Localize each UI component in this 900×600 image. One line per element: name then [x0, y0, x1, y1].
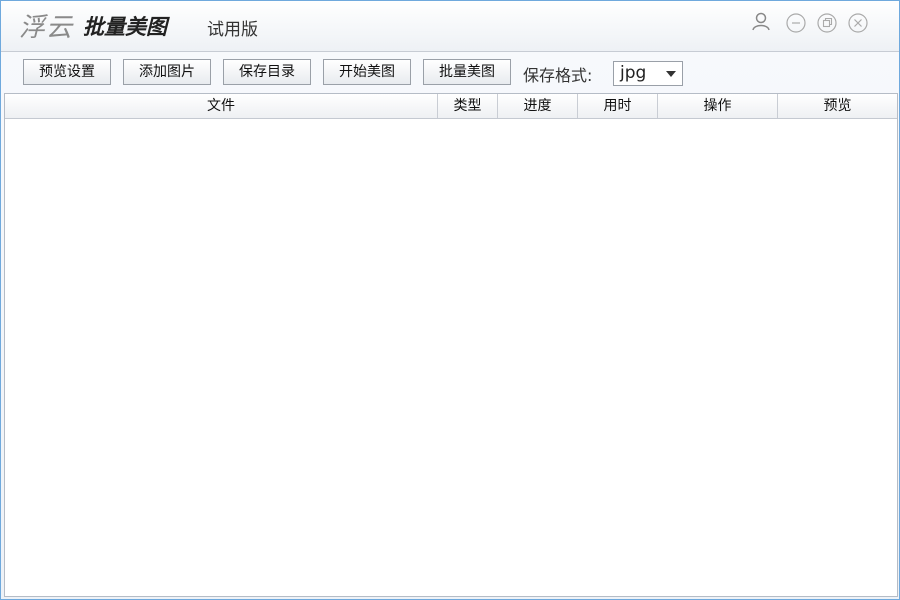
- title-bar: 浮云 批量美图 试用版: [1, 1, 899, 52]
- save-format-value: jpg: [620, 63, 647, 83]
- col-type[interactable]: 类型: [438, 94, 498, 118]
- col-action[interactable]: 操作: [658, 94, 778, 118]
- restore-icon[interactable]: [817, 13, 837, 33]
- save-format-label: 保存格式:: [523, 66, 593, 85]
- table-header: 文件 类型 进度 用时 操作 预览: [5, 94, 897, 119]
- col-file[interactable]: 文件: [5, 94, 438, 118]
- start-beautify-button[interactable]: 开始美图: [323, 59, 411, 85]
- col-progress[interactable]: 进度: [498, 94, 578, 118]
- batch-beautify-button[interactable]: 批量美图: [423, 59, 511, 85]
- toolbar: 预览设置 添加图片 保存目录 开始美图 批量美图 保存格式:: [1, 52, 899, 92]
- preview-settings-button[interactable]: 预览设置: [23, 59, 111, 85]
- col-preview[interactable]: 预览: [778, 94, 897, 118]
- close-icon[interactable]: [848, 13, 868, 33]
- edition-label: 试用版: [207, 20, 258, 40]
- dropdown-arrow-icon: [666, 71, 676, 77]
- save-format-select[interactable]: jpg: [613, 61, 683, 86]
- save-dir-button[interactable]: 保存目录: [223, 59, 311, 85]
- brand-logo: 浮云: [19, 13, 74, 43]
- col-time[interactable]: 用时: [578, 94, 658, 118]
- product-title: 批量美图: [83, 15, 167, 39]
- add-images-button[interactable]: 添加图片: [123, 59, 211, 85]
- app-window: 浮云 批量美图 试用版 预览设置 添加图片 保存目录 开始美图 批量美图 保存格…: [0, 0, 900, 600]
- user-icon[interactable]: [751, 11, 771, 31]
- file-table[interactable]: 文件 类型 进度 用时 操作 预览: [4, 93, 898, 597]
- minimize-icon[interactable]: [786, 13, 806, 33]
